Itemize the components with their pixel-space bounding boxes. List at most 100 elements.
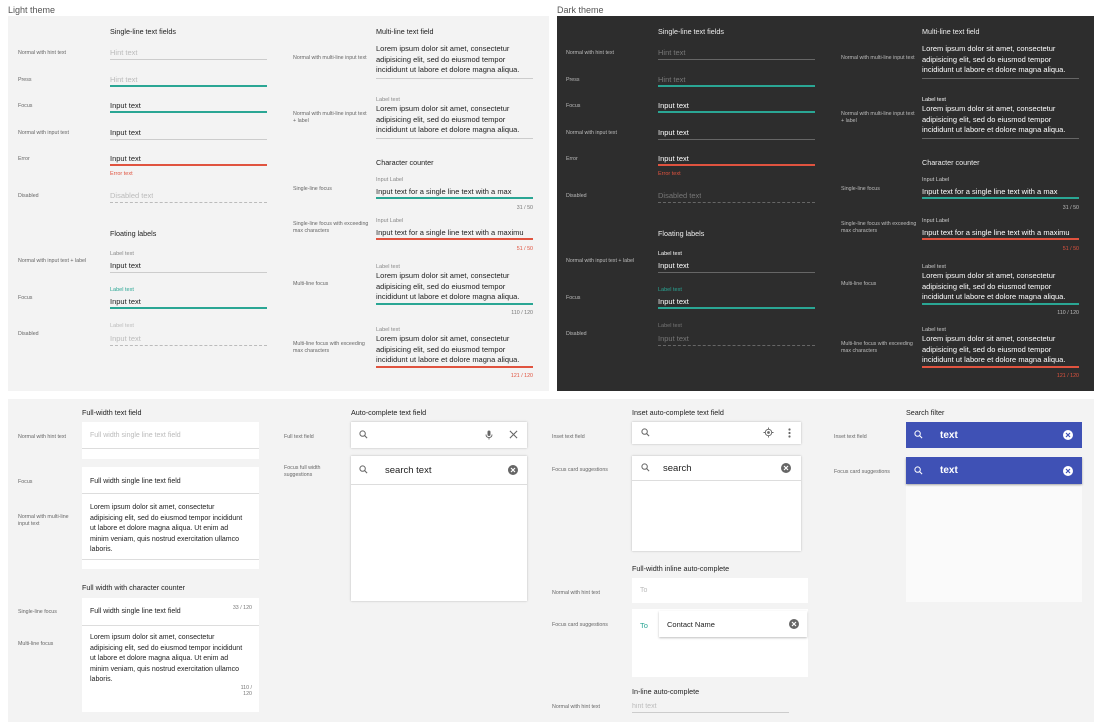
inline-heading: Full-width inline auto-complete: [632, 564, 730, 573]
light-counter-multi-text[interactable]: Lorem ipsum dolor sit amet, consectetur …: [376, 271, 536, 303]
close-icon[interactable]: [509, 430, 518, 439]
dark-float-label-focus: Label text: [658, 287, 682, 293]
light-single-heading: Single-line text fields: [110, 27, 176, 36]
searchfilter-field[interactable]: text: [906, 422, 1082, 448]
light-row-label: Focus: [18, 103, 33, 109]
light-row-label: Single-line focus with exceeding max cha…: [293, 221, 369, 234]
dark-row-label: Disabled: [566, 193, 587, 199]
light-disabled-field: Disabled text: [110, 189, 267, 203]
light-char-count-over: 51 / 50: [516, 246, 533, 252]
light-multi-text[interactable]: Lorem ipsum dolor sit amet, consectetur …: [376, 104, 536, 136]
fullwidth-counter-multi-text[interactable]: Lorem ipsum dolor sit amet, consectetur …: [90, 633, 242, 686]
dark-row-label: Disabled: [566, 331, 587, 337]
search-icon: [641, 428, 650, 437]
searchfilter-focus-field[interactable]: text: [906, 457, 1082, 484]
dark-multi-text[interactable]: Lorem ipsum dolor sit amet, consectetur …: [922, 104, 1082, 136]
light-float-focus-field[interactable]: Input text: [110, 295, 267, 309]
dark-float-field[interactable]: Input text: [658, 259, 815, 273]
dark-focus-field[interactable]: Input text: [658, 99, 815, 113]
dark-counter-exceed-field[interactable]: Input text for a single line text with a…: [922, 226, 1079, 240]
fullwidth-row-label: Single-line focus: [18, 609, 57, 615]
dark-counter-multi-exceed-underline: [922, 366, 1079, 368]
microphone-icon[interactable]: [485, 430, 493, 440]
dark-counter-label: Label text: [922, 264, 946, 270]
light-char-count: 110 / 120: [511, 310, 533, 316]
clear-icon[interactable]: [789, 619, 799, 629]
dark-row-label: Normal with input text: [566, 130, 617, 136]
light-focus-field[interactable]: Input text: [110, 99, 267, 113]
light-multi-underline: [376, 78, 533, 79]
light-row-label: Press: [18, 77, 32, 83]
light-counter-heading: Character counter: [376, 158, 434, 167]
location-icon[interactable]: [763, 427, 774, 438]
dark-row-label: Normal with input text + label: [566, 258, 635, 264]
inset-field[interactable]: [632, 422, 801, 444]
dark-multi-underline: [922, 138, 1079, 139]
dark-hint-field[interactable]: Hint text: [658, 46, 815, 60]
light-char-count-over: 121 / 120: [510, 373, 533, 379]
light-error-field[interactable]: Input text: [110, 152, 267, 166]
light-float-field[interactable]: Input text: [110, 259, 267, 273]
dark-row-label: Normal with hint text: [566, 50, 614, 56]
light-row-label: Error: [18, 156, 30, 162]
dark-error-field[interactable]: Input text: [658, 152, 815, 166]
dark-char-count: 31 / 50: [1062, 205, 1079, 211]
search-icon: [359, 465, 368, 474]
dark-counter-label: Input Label: [922, 218, 950, 224]
light-input-field[interactable]: Input text: [110, 126, 267, 140]
clear-icon[interactable]: [1063, 466, 1073, 476]
light-counter-field[interactable]: Input text for a single line text with a…: [376, 185, 533, 199]
light-hint-field[interactable]: Hint text: [110, 46, 267, 60]
inset-heading: Inset auto-complete text field: [632, 408, 724, 417]
light-counter-label: Input Label: [376, 218, 404, 224]
inline-hint-field[interactable]: To: [632, 578, 808, 603]
dark-multi-text[interactable]: Lorem ipsum dolor sit amet, consectetur …: [922, 44, 1082, 76]
light-float-disabled-field: Input text: [110, 332, 267, 346]
light-multi-text[interactable]: Lorem ipsum dolor sit amet, consectetur …: [376, 44, 536, 76]
clear-icon[interactable]: [508, 465, 518, 475]
inset-row-label: Normal with hint text: [552, 704, 600, 710]
contact-chip-card[interactable]: Contact Name: [659, 611, 807, 637]
fullwidth-focus-field[interactable]: Full width single line text field Lorem …: [82, 467, 259, 569]
light-counter-multi-exceed-text[interactable]: Lorem ipsum dolor sit amet, consectetur …: [376, 334, 536, 366]
light-floating-heading: Floating labels: [110, 229, 157, 238]
autocomplete-full-field[interactable]: [351, 422, 527, 448]
inline2-field[interactable]: hint text: [632, 699, 789, 713]
light-multi-heading: Multi-line text field: [376, 27, 434, 36]
dark-float-label-disabled: Label text: [658, 323, 682, 329]
light-row-label: Disabled: [18, 193, 39, 199]
dark-float-focus-field[interactable]: Input text: [658, 295, 815, 309]
dark-row-label: Press: [566, 77, 580, 83]
fullwidth-row-label: Focus: [18, 479, 33, 485]
light-counter-multi-exceed-underline: [376, 366, 533, 368]
dark-row-label: Multi-line focus with exceeding max char…: [841, 341, 913, 354]
inline-focus-field[interactable]: To Contact Name: [632, 609, 808, 677]
light-counter-exceed-field[interactable]: Input text for a single line text with a…: [376, 226, 533, 240]
dark-row-label: Focus: [566, 295, 581, 301]
autocomplete-focus-field[interactable]: search text: [351, 456, 527, 601]
light-row-label: Normal with input text: [18, 130, 69, 136]
dark-press-field[interactable]: Hint text: [658, 73, 815, 87]
dark-counter-multi-exceed-text[interactable]: Lorem ipsum dolor sit amet, consectetur …: [922, 334, 1082, 366]
search-icon: [359, 430, 368, 439]
more-vert-icon[interactable]: [788, 428, 791, 438]
dark-counter-heading: Character counter: [922, 158, 980, 167]
dark-input-field[interactable]: Input text: [658, 126, 815, 140]
fullwidth-hint-field[interactable]: Full width single line text field: [82, 422, 259, 459]
dark-row-label: Error: [566, 156, 578, 162]
light-press-field[interactable]: Hint text: [110, 73, 267, 87]
dark-counter-field[interactable]: Input text for a single line text with a…: [922, 185, 1079, 199]
fullwidth-multi-text[interactable]: Lorem ipsum dolor sit amet, consectetur …: [90, 503, 242, 556]
light-row-label: Normal with hint text: [18, 50, 66, 56]
light-float-label-disabled: Label text: [110, 323, 134, 329]
dark-char-count-over: 121 / 120: [1056, 373, 1079, 379]
clear-icon[interactable]: [781, 463, 791, 473]
inset-focus-field[interactable]: search: [632, 456, 801, 551]
fullwidth-counter-field[interactable]: Full width single line text field 33 / 1…: [82, 598, 259, 712]
light-row-label: Normal with multi-line input text: [293, 55, 367, 61]
autocomplete-heading: Auto-complete text field: [351, 408, 427, 417]
clear-icon[interactable]: [1063, 430, 1073, 440]
dark-counter-multi-text[interactable]: Lorem ipsum dolor sit amet, consectetur …: [922, 271, 1082, 303]
fullwidth-heading: Full-width text field: [82, 408, 142, 417]
dark-multi-heading: Multi-line text field: [922, 27, 980, 36]
